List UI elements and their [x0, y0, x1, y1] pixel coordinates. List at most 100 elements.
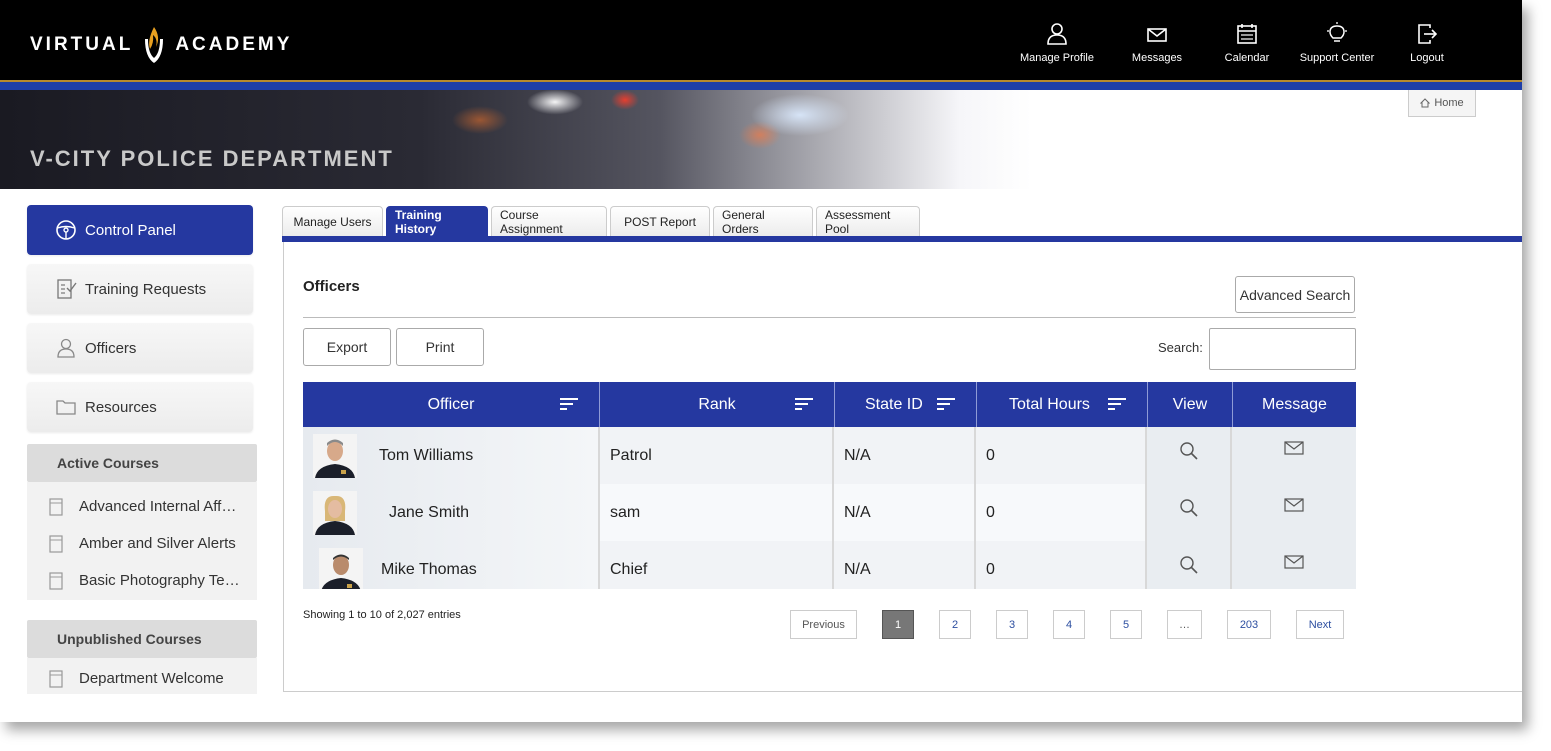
sort-icon: [937, 398, 955, 410]
document-icon: [49, 534, 63, 553]
envelope-icon[interactable]: [1284, 441, 1304, 455]
manage-profile-label: Manage Profile: [1020, 52, 1094, 64]
lightbulb-icon: [1327, 22, 1347, 42]
department-title: V-CITY POLICE DEPARTMENT: [30, 146, 394, 171]
calendar-button[interactable]: Calendar: [1202, 22, 1292, 64]
top-header: VIRTUAL ACADEMY Manage Profile Messages …: [0, 0, 1522, 82]
officer-name: Tom Williams: [379, 446, 474, 464]
logout-label: Logout: [1410, 52, 1444, 64]
search-label: Search:: [1158, 340, 1203, 355]
tab-training-history[interactable]: Training History: [386, 206, 488, 236]
officer-name: Mike Thomas: [381, 560, 477, 578]
officer-avatar: [313, 490, 357, 535]
search-icon[interactable]: [1179, 498, 1199, 518]
messages-button[interactable]: Messages: [1112, 22, 1202, 64]
unpublished-courses-heading: Unpublished Courses: [27, 620, 257, 658]
envelope-icon: [1147, 28, 1167, 42]
sidebar-item-label: Resources: [85, 398, 157, 416]
print-button[interactable]: Print: [396, 328, 484, 366]
sort-icon: [795, 398, 813, 410]
sort-icon: [1108, 398, 1126, 410]
pagination-page-5[interactable]: 5: [1110, 610, 1142, 639]
folder-icon: [56, 400, 76, 415]
brand-right: ACADEMY: [175, 34, 293, 55]
rank-cell: Chief: [600, 541, 834, 589]
pagination-page-2[interactable]: 2: [939, 610, 971, 639]
document-icon: [49, 571, 63, 590]
tab-post-report[interactable]: POST Report: [610, 206, 710, 236]
sidebar: Control Panel Training Requests Officers: [27, 205, 257, 694]
top-nav: Manage Profile Messages Calendar Support…: [1002, 22, 1472, 64]
course-item[interactable]: Basic Photography Techniques: [27, 562, 257, 599]
pagination-previous[interactable]: Previous: [790, 610, 857, 639]
message-cell: [1232, 427, 1356, 484]
column-header-officer[interactable]: Officer: [303, 382, 600, 427]
advanced-search-button[interactable]: Advanced Search: [1235, 276, 1355, 313]
user-icon: [57, 338, 75, 358]
message-cell: [1232, 541, 1356, 589]
view-cell: [1147, 427, 1232, 484]
column-header-rank[interactable]: Rank: [600, 382, 835, 427]
export-button[interactable]: Export: [303, 328, 391, 366]
course-item[interactable]: Department Welcome: [27, 660, 257, 694]
tab-bar: Manage Users Training History Course Ass…: [282, 206, 923, 236]
support-center-button[interactable]: Support Center: [1292, 22, 1382, 64]
pagination-next[interactable]: Next: [1296, 610, 1344, 639]
officer-avatar: [313, 433, 357, 478]
officer-avatar: [319, 547, 363, 589]
hero-image: [0, 90, 1200, 189]
manage-profile-button[interactable]: Manage Profile: [1002, 22, 1112, 64]
course-title: Advanced Internal Affairs: [79, 498, 244, 515]
envelope-icon[interactable]: [1284, 498, 1304, 512]
column-label: Total Hours: [1009, 395, 1090, 413]
page-title: Officers: [303, 278, 360, 295]
officer-cell[interactable]: Mike Thomas: [303, 541, 600, 589]
pagination-page-4[interactable]: 4: [1053, 610, 1085, 639]
column-label: View: [1172, 395, 1208, 413]
course-item[interactable]: Advanced Internal Affairs: [27, 488, 257, 525]
rank-cell: Patrol: [600, 427, 834, 484]
pagination-page-3[interactable]: 3: [996, 610, 1028, 639]
total-hours-cell: 0: [976, 541, 1147, 589]
search-icon[interactable]: [1179, 555, 1199, 575]
home-button[interactable]: Home: [1408, 90, 1476, 117]
sidebar-item-resources[interactable]: Resources: [27, 382, 253, 432]
home-label: Home: [1434, 97, 1464, 109]
officer-cell[interactable]: Jane Smith: [303, 484, 600, 541]
course-title: Basic Photography Techniques: [79, 572, 244, 589]
table-row: Jane Smith sam N/A 0: [303, 484, 1356, 541]
sidebar-item-officers[interactable]: Officers: [27, 323, 253, 373]
officers-table: Officer Rank State ID Total Hours View M…: [303, 382, 1356, 589]
tab-manage-users[interactable]: Manage Users: [282, 206, 383, 236]
officer-cell[interactable]: Tom Williams: [303, 427, 600, 484]
brand-logo[interactable]: VIRTUAL ACADEMY: [30, 25, 292, 65]
column-header-total-hours[interactable]: Total Hours: [977, 382, 1148, 427]
tab-course-assignment[interactable]: Course Assignment: [491, 206, 607, 236]
column-label: Rank: [698, 395, 736, 413]
search-icon[interactable]: [1179, 441, 1199, 461]
sidebar-item-label: Training Requests: [85, 280, 207, 298]
sidebar-item-control-panel[interactable]: Control Panel: [27, 205, 253, 255]
pagination-page-203[interactable]: 203: [1227, 610, 1271, 639]
search-input[interactable]: [1209, 328, 1356, 370]
envelope-icon[interactable]: [1284, 555, 1304, 569]
column-label: Officer: [427, 395, 475, 413]
sidebar-item-training-requests[interactable]: Training Requests: [27, 264, 253, 314]
pagination-page-1[interactable]: 1: [882, 610, 914, 639]
officer-name: Jane Smith: [389, 503, 470, 521]
brand-left: VIRTUAL: [30, 34, 134, 55]
flame-icon: [145, 27, 164, 63]
total-hours-cell: 0: [976, 427, 1147, 484]
column-header-state-id[interactable]: State ID: [835, 382, 977, 427]
tab-assessment-pool[interactable]: Assessment Pool: [816, 206, 920, 236]
view-cell: [1147, 484, 1232, 541]
support-center-label: Support Center: [1299, 52, 1375, 64]
column-header-message: Message: [1233, 382, 1356, 427]
calendar-label: Calendar: [1224, 52, 1270, 64]
column-label: Message: [1262, 395, 1327, 413]
total-hours-cell: 0: [976, 484, 1147, 541]
hero-banner: V-CITY POLICE DEPARTMENT: [0, 90, 1522, 189]
course-item[interactable]: Amber and Silver Alerts: [27, 525, 257, 562]
logout-button[interactable]: Logout: [1382, 22, 1472, 64]
tab-general-orders[interactable]: General Orders: [713, 206, 813, 236]
